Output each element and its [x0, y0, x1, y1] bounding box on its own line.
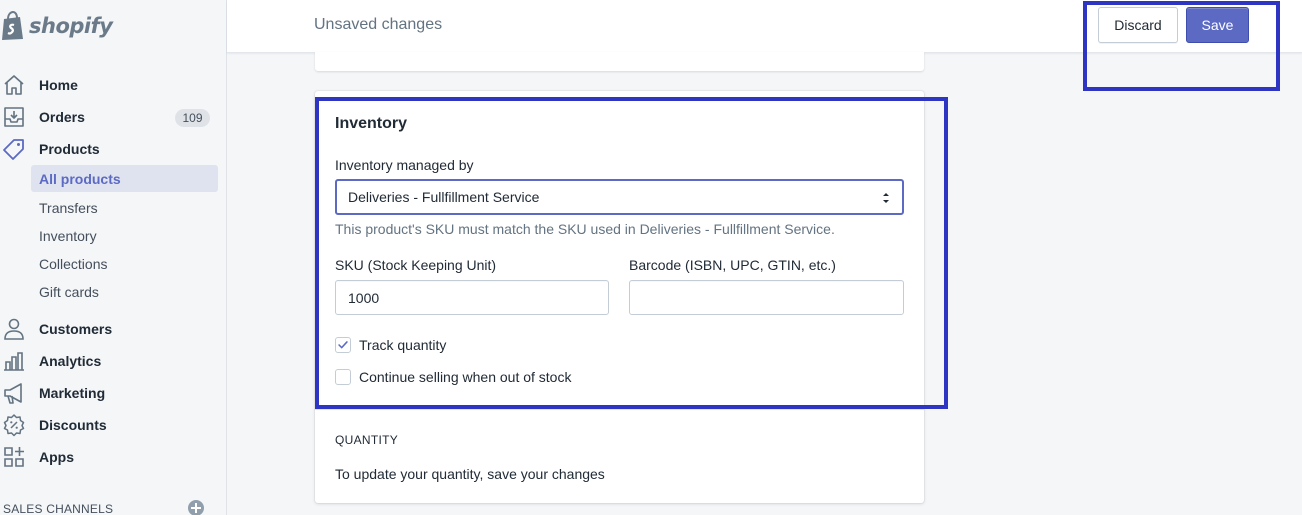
sidebar-item-label: Marketing: [39, 385, 106, 401]
home-icon: [4, 75, 24, 95]
sidebar-item-label: Products: [39, 141, 100, 157]
sidebar-item-orders[interactable]: Orders 109: [0, 102, 218, 132]
orders-count-badge: 109: [175, 109, 210, 127]
sidebar-item-home[interactable]: Home: [0, 70, 218, 100]
sidebar-item-label: Home: [39, 77, 78, 93]
sidebar-item-analytics[interactable]: Analytics: [0, 346, 218, 376]
sidebar-item-label: Orders: [39, 109, 85, 125]
save-area-highlight: [1083, 1, 1280, 91]
shopify-logo[interactable]: shopify: [0, 8, 113, 44]
sidebar-subitem-label: Inventory: [39, 227, 97, 244]
person-icon: [4, 318, 24, 340]
sidebar-item-label: Analytics: [39, 353, 102, 369]
discount-icon: [3, 414, 25, 437]
sidebar-item-products[interactable]: Products: [0, 134, 218, 164]
bar-chart-icon: [4, 352, 24, 371]
apps-icon: [4, 447, 24, 467]
sidebar-subitem-label: Collections: [39, 255, 108, 272]
sidebar-subitem-transfers[interactable]: Transfers: [31, 194, 218, 221]
megaphone-icon: [4, 383, 22, 404]
card-divider: [315, 409, 924, 410]
previous-card: [315, 52, 924, 71]
add-channel-icon[interactable]: [188, 500, 204, 515]
inventory-highlight: [315, 97, 948, 409]
sidebar-subitem-gift-cards[interactable]: Gift cards: [31, 278, 218, 305]
sidebar-item-customers[interactable]: Customers: [0, 314, 218, 344]
sidebar-item-discounts[interactable]: Discounts: [0, 410, 218, 440]
sidebar-subitem-collections[interactable]: Collections: [31, 250, 218, 277]
sidebar-item-label: Customers: [39, 321, 113, 337]
sidebar-subitem-label: All products: [39, 170, 121, 187]
tag-icon: [3, 139, 24, 160]
orders-icon: [4, 107, 24, 127]
sidebar-item-label: Apps: [39, 449, 74, 465]
quantity-text: To update your quantity, save your chang…: [335, 466, 605, 482]
logo-wordmark: shopify: [29, 14, 113, 38]
sidebar-subitem-all-products[interactable]: All products: [31, 165, 218, 192]
unsaved-changes-title: Unsaved changes: [314, 16, 443, 33]
sidebar-subitem-label: Transfers: [39, 199, 98, 216]
sidebar-item-apps[interactable]: Apps: [0, 442, 218, 472]
quantity-heading: QUANTITY: [335, 433, 399, 447]
sidebar-subitem-inventory[interactable]: Inventory: [31, 222, 218, 249]
sidebar-item-marketing[interactable]: Marketing: [0, 378, 218, 408]
sidebar: shopify Home Orders 109 Products All pro…: [0, 0, 227, 515]
shopify-bag-icon: [2, 11, 23, 40]
sidebar-subitem-label: Gift cards: [39, 283, 99, 300]
sales-channels-heading: SALES CHANNELS: [3, 502, 114, 515]
sidebar-item-label: Discounts: [39, 417, 107, 433]
